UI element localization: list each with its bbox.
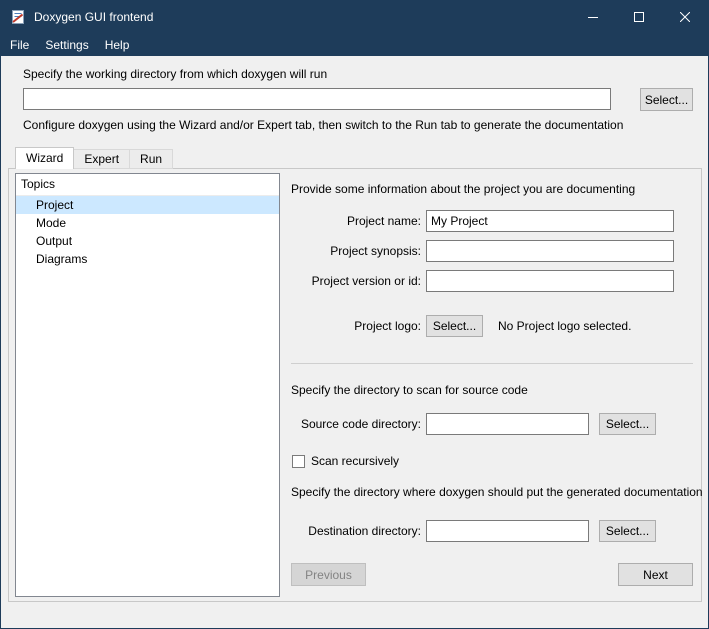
topic-item-diagrams[interactable]: Diagrams <box>16 250 279 268</box>
source-directory-input[interactable] <box>426 413 589 435</box>
project-name-label: Project name: <box>291 210 421 232</box>
tab-bar: Wizard Expert Run <box>15 147 172 169</box>
project-logo-label: Project logo: <box>291 315 421 337</box>
project-intro-text: Provide some information about the proje… <box>291 182 635 196</box>
project-logo-select-button[interactable]: Select... <box>426 315 483 337</box>
previous-button: Previous <box>291 563 366 586</box>
titlebar: Doxygen GUI frontend <box>1 1 708 33</box>
menu-settings[interactable]: Settings <box>37 33 96 56</box>
app-icon <box>10 9 26 25</box>
project-synopsis-input[interactable] <box>426 240 674 262</box>
maximize-icon <box>634 12 644 22</box>
destination-section-intro: Specify the directory where doxygen shou… <box>291 485 703 499</box>
menu-file[interactable]: File <box>2 33 37 56</box>
menu-help[interactable]: Help <box>97 33 138 56</box>
project-name-input[interactable] <box>426 210 674 232</box>
project-logo-status: No Project logo selected. <box>498 315 631 337</box>
app-window: Doxygen GUI frontend File Settings Help … <box>0 0 709 629</box>
window-controls <box>570 1 708 33</box>
working-directory-label: Specify the working directory from which… <box>23 67 327 81</box>
configure-hint: Configure doxygen using the Wizard and/o… <box>23 118 623 132</box>
project-version-label: Project version or id: <box>291 270 421 292</box>
menubar: File Settings Help <box>1 33 708 56</box>
topics-panel: Topics Project Mode Output Diagrams <box>15 173 280 597</box>
source-directory-select-button[interactable]: Select... <box>599 413 656 435</box>
tab-expert[interactable]: Expert <box>73 149 130 169</box>
close-button[interactable] <box>662 1 708 33</box>
scan-recursively-label: Scan recursively <box>311 454 399 468</box>
scan-recursively-row: Scan recursively <box>292 454 399 468</box>
wizard-tab-page: Topics Project Mode Output Diagrams Prov… <box>8 168 702 602</box>
section-separator <box>291 363 693 364</box>
tab-run[interactable]: Run <box>129 149 173 169</box>
project-synopsis-label: Project synopsis: <box>291 240 421 262</box>
destination-directory-select-button[interactable]: Select... <box>599 520 656 542</box>
project-version-input[interactable] <box>426 270 674 292</box>
scan-recursively-checkbox[interactable] <box>292 455 305 468</box>
source-section-intro: Specify the directory to scan for source… <box>291 383 528 397</box>
topic-item-mode[interactable]: Mode <box>16 214 279 232</box>
topic-item-output[interactable]: Output <box>16 232 279 250</box>
minimize-button[interactable] <box>570 1 616 33</box>
project-form-panel: Provide some information about the proje… <box>291 174 693 598</box>
destination-directory-input[interactable] <box>426 520 589 542</box>
close-icon <box>680 12 690 22</box>
tab-wizard[interactable]: Wizard <box>15 147 74 169</box>
topics-header: Topics <box>16 174 279 196</box>
topic-item-project[interactable]: Project <box>16 196 279 214</box>
destination-directory-label: Destination directory: <box>291 520 421 542</box>
minimize-icon <box>588 12 598 22</box>
source-directory-label: Source code directory: <box>291 413 421 435</box>
maximize-button[interactable] <box>616 1 662 33</box>
working-directory-input[interactable] <box>23 88 611 110</box>
next-button[interactable]: Next <box>618 563 693 586</box>
working-directory-select-button[interactable]: Select... <box>640 88 693 111</box>
window-title: Doxygen GUI frontend <box>34 10 570 24</box>
